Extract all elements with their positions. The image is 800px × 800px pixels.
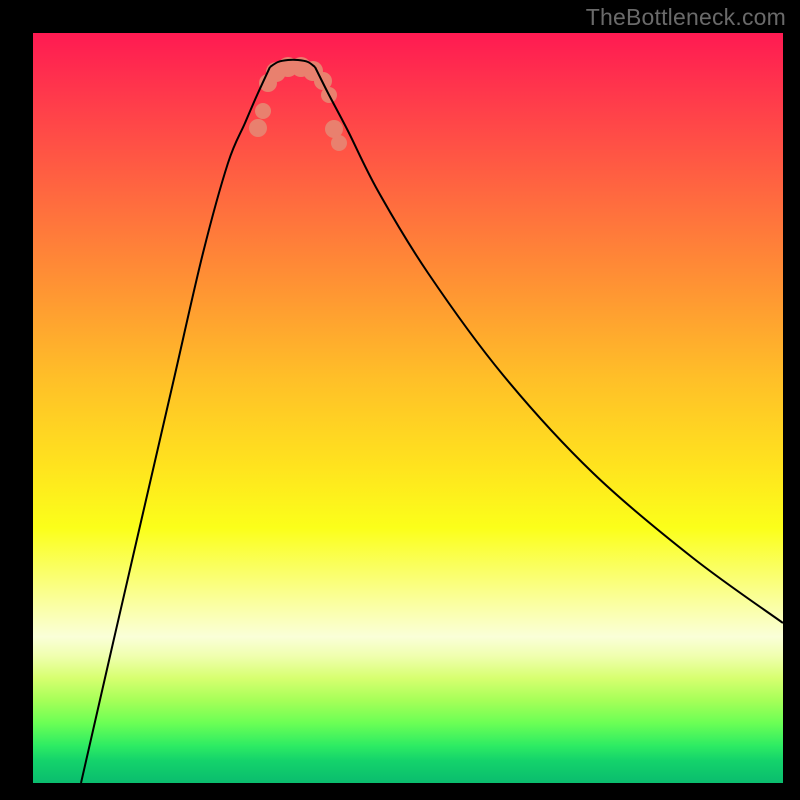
watermark-text: TheBottleneck.com [586, 4, 786, 31]
chart-frame: TheBottleneck.com [0, 0, 800, 800]
bead-marker [249, 119, 267, 137]
bead-marker [331, 135, 347, 151]
bead-marker [255, 103, 271, 119]
curve-left [81, 67, 270, 783]
curve-layer [33, 33, 783, 783]
curve-right [315, 67, 783, 623]
bead-markers [249, 57, 347, 151]
plot-area [33, 33, 783, 783]
